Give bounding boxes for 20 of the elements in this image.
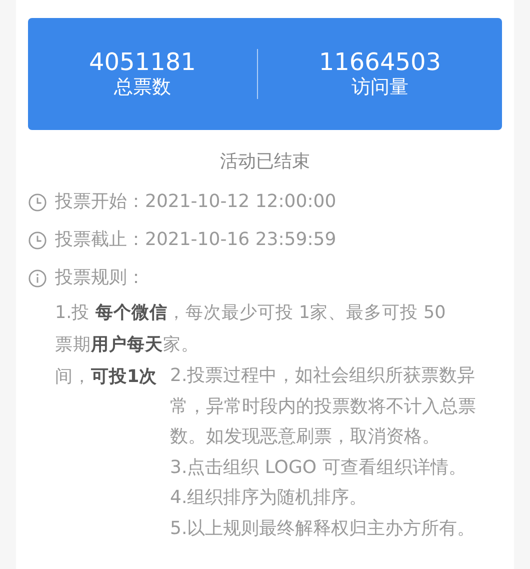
time-value: 2021-10-16 23:59:59: [145, 228, 336, 252]
stat-value: 4051181: [88, 48, 196, 76]
clock-icon: [28, 230, 47, 250]
info-icon: [28, 268, 47, 288]
stat-label: 访问量: [351, 76, 408, 100]
stat-label: 总票数: [114, 76, 171, 100]
rule-text: 1.投 每个微信，每次最少可投 1家、最多可投 50: [55, 302, 447, 325]
rule-text: 2.投票过程中，如社会组织所获票数异常，异常时段内的投票数将不计入总票数。如发现恶意刷票，取消资格。: [170, 364, 477, 449]
rule-text: 5.以上规则最终解释权归主办方所有。: [170, 516, 476, 540]
stat-value: 11664503: [318, 48, 442, 76]
clock-icon: [28, 192, 47, 212]
label-text: 投票截止：: [55, 228, 145, 252]
label-text: 投票开始：: [55, 190, 145, 214]
time-value: 2021-10-12 12:00:00: [145, 190, 336, 214]
status-text: 活动已结束: [220, 151, 310, 172]
rule-text: 间，可投1次: [55, 367, 158, 387]
rule-text: 4.组织排序为随机排序。: [170, 486, 368, 510]
rule-text: 3.点击组织 LOGO 可查看组织详情。: [170, 456, 468, 480]
label-text: 投票规则：: [55, 266, 145, 290]
rule-text: 票期用户每天家。: [55, 334, 200, 357]
